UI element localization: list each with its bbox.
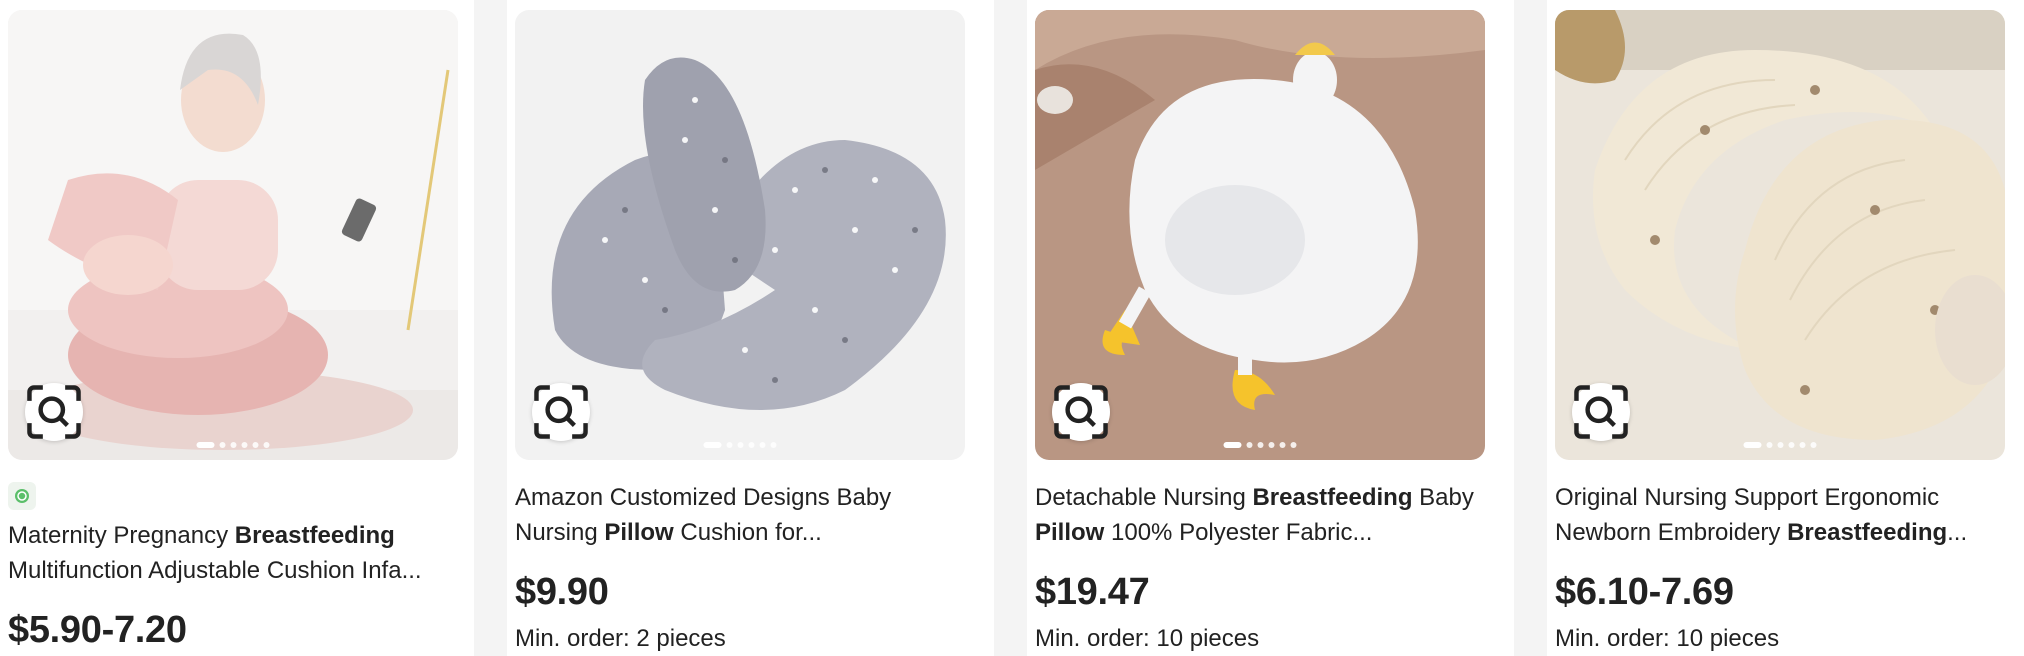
carousel-dot[interactable] bbox=[1223, 442, 1242, 448]
product-image[interactable] bbox=[515, 10, 965, 460]
carousel-dot[interactable] bbox=[1246, 442, 1253, 448]
product-grid: Maternity Pregnancy Breastfeeding Multif… bbox=[0, 0, 2024, 656]
product-card[interactable]: Detachable Nursing Breastfeeding Baby Pi… bbox=[1027, 0, 1514, 656]
image-search-icon bbox=[27, 385, 81, 439]
product-price: $5.90-7.20 bbox=[8, 609, 187, 651]
image-search-button[interactable] bbox=[1572, 383, 1630, 441]
carousel-dot[interactable] bbox=[196, 442, 215, 448]
image-search-icon bbox=[1054, 385, 1108, 439]
image-carousel-dots[interactable] bbox=[1743, 442, 1817, 448]
product-image[interactable] bbox=[1555, 10, 2005, 460]
product-price: $19.47 bbox=[1035, 571, 1150, 613]
carousel-dot[interactable] bbox=[726, 442, 733, 448]
carousel-dot[interactable] bbox=[1810, 442, 1817, 448]
product-title[interactable]: Maternity Pregnancy Breastfeeding Multif… bbox=[8, 518, 458, 588]
min-order: Min. order: 2 pieces bbox=[515, 625, 726, 652]
carousel-dot[interactable] bbox=[252, 442, 259, 448]
carousel-dot[interactable] bbox=[770, 442, 777, 448]
product-card[interactable]: Maternity Pregnancy Breastfeeding Multif… bbox=[0, 0, 474, 656]
image-carousel-dots[interactable] bbox=[196, 442, 270, 448]
image-search-button[interactable] bbox=[25, 383, 83, 441]
product-price: $6.10-7.69 bbox=[1555, 571, 1734, 613]
product-image[interactable] bbox=[8, 10, 458, 460]
image-search-icon bbox=[1574, 385, 1628, 439]
product-title[interactable]: Detachable Nursing Breastfeeding Baby Pi… bbox=[1035, 480, 1485, 550]
product-title[interactable]: Amazon Customized Designs Baby Nursing P… bbox=[515, 480, 965, 550]
image-search-icon bbox=[534, 385, 588, 439]
min-order: Min. order: 10 pieces bbox=[1035, 625, 1260, 652]
min-order: Min. order: 10 pieces bbox=[1555, 625, 1780, 652]
carousel-dot[interactable] bbox=[737, 442, 744, 448]
product-image[interactable] bbox=[1035, 10, 1485, 460]
carousel-dot[interactable] bbox=[1257, 442, 1264, 448]
carousel-dot[interactable] bbox=[219, 442, 226, 448]
verified-supplier-icon bbox=[8, 482, 36, 510]
carousel-dot[interactable] bbox=[703, 442, 722, 448]
carousel-dot[interactable] bbox=[1290, 442, 1297, 448]
carousel-dot[interactable] bbox=[759, 442, 766, 448]
image-search-button[interactable] bbox=[1052, 383, 1110, 441]
image-search-button[interactable] bbox=[532, 383, 590, 441]
carousel-dot[interactable] bbox=[748, 442, 755, 448]
product-title[interactable]: Original Nursing Support Ergonomic Newbo… bbox=[1555, 480, 2005, 550]
image-carousel-dots[interactable] bbox=[1223, 442, 1297, 448]
carousel-dot[interactable] bbox=[1788, 442, 1795, 448]
carousel-dot[interactable] bbox=[1766, 442, 1773, 448]
product-price: $9.90 bbox=[515, 571, 609, 613]
carousel-dot[interactable] bbox=[241, 442, 248, 448]
carousel-dot[interactable] bbox=[1268, 442, 1275, 448]
product-card[interactable]: Amazon Customized Designs Baby Nursing P… bbox=[507, 0, 994, 656]
product-card[interactable]: Original Nursing Support Ergonomic Newbo… bbox=[1547, 0, 2024, 656]
carousel-dot[interactable] bbox=[1743, 442, 1762, 448]
image-carousel-dots[interactable] bbox=[703, 442, 777, 448]
carousel-dot[interactable] bbox=[230, 442, 237, 448]
carousel-dot[interactable] bbox=[263, 442, 270, 448]
carousel-dot[interactable] bbox=[1777, 442, 1784, 448]
carousel-dot[interactable] bbox=[1279, 442, 1286, 448]
carousel-dot[interactable] bbox=[1799, 442, 1806, 448]
